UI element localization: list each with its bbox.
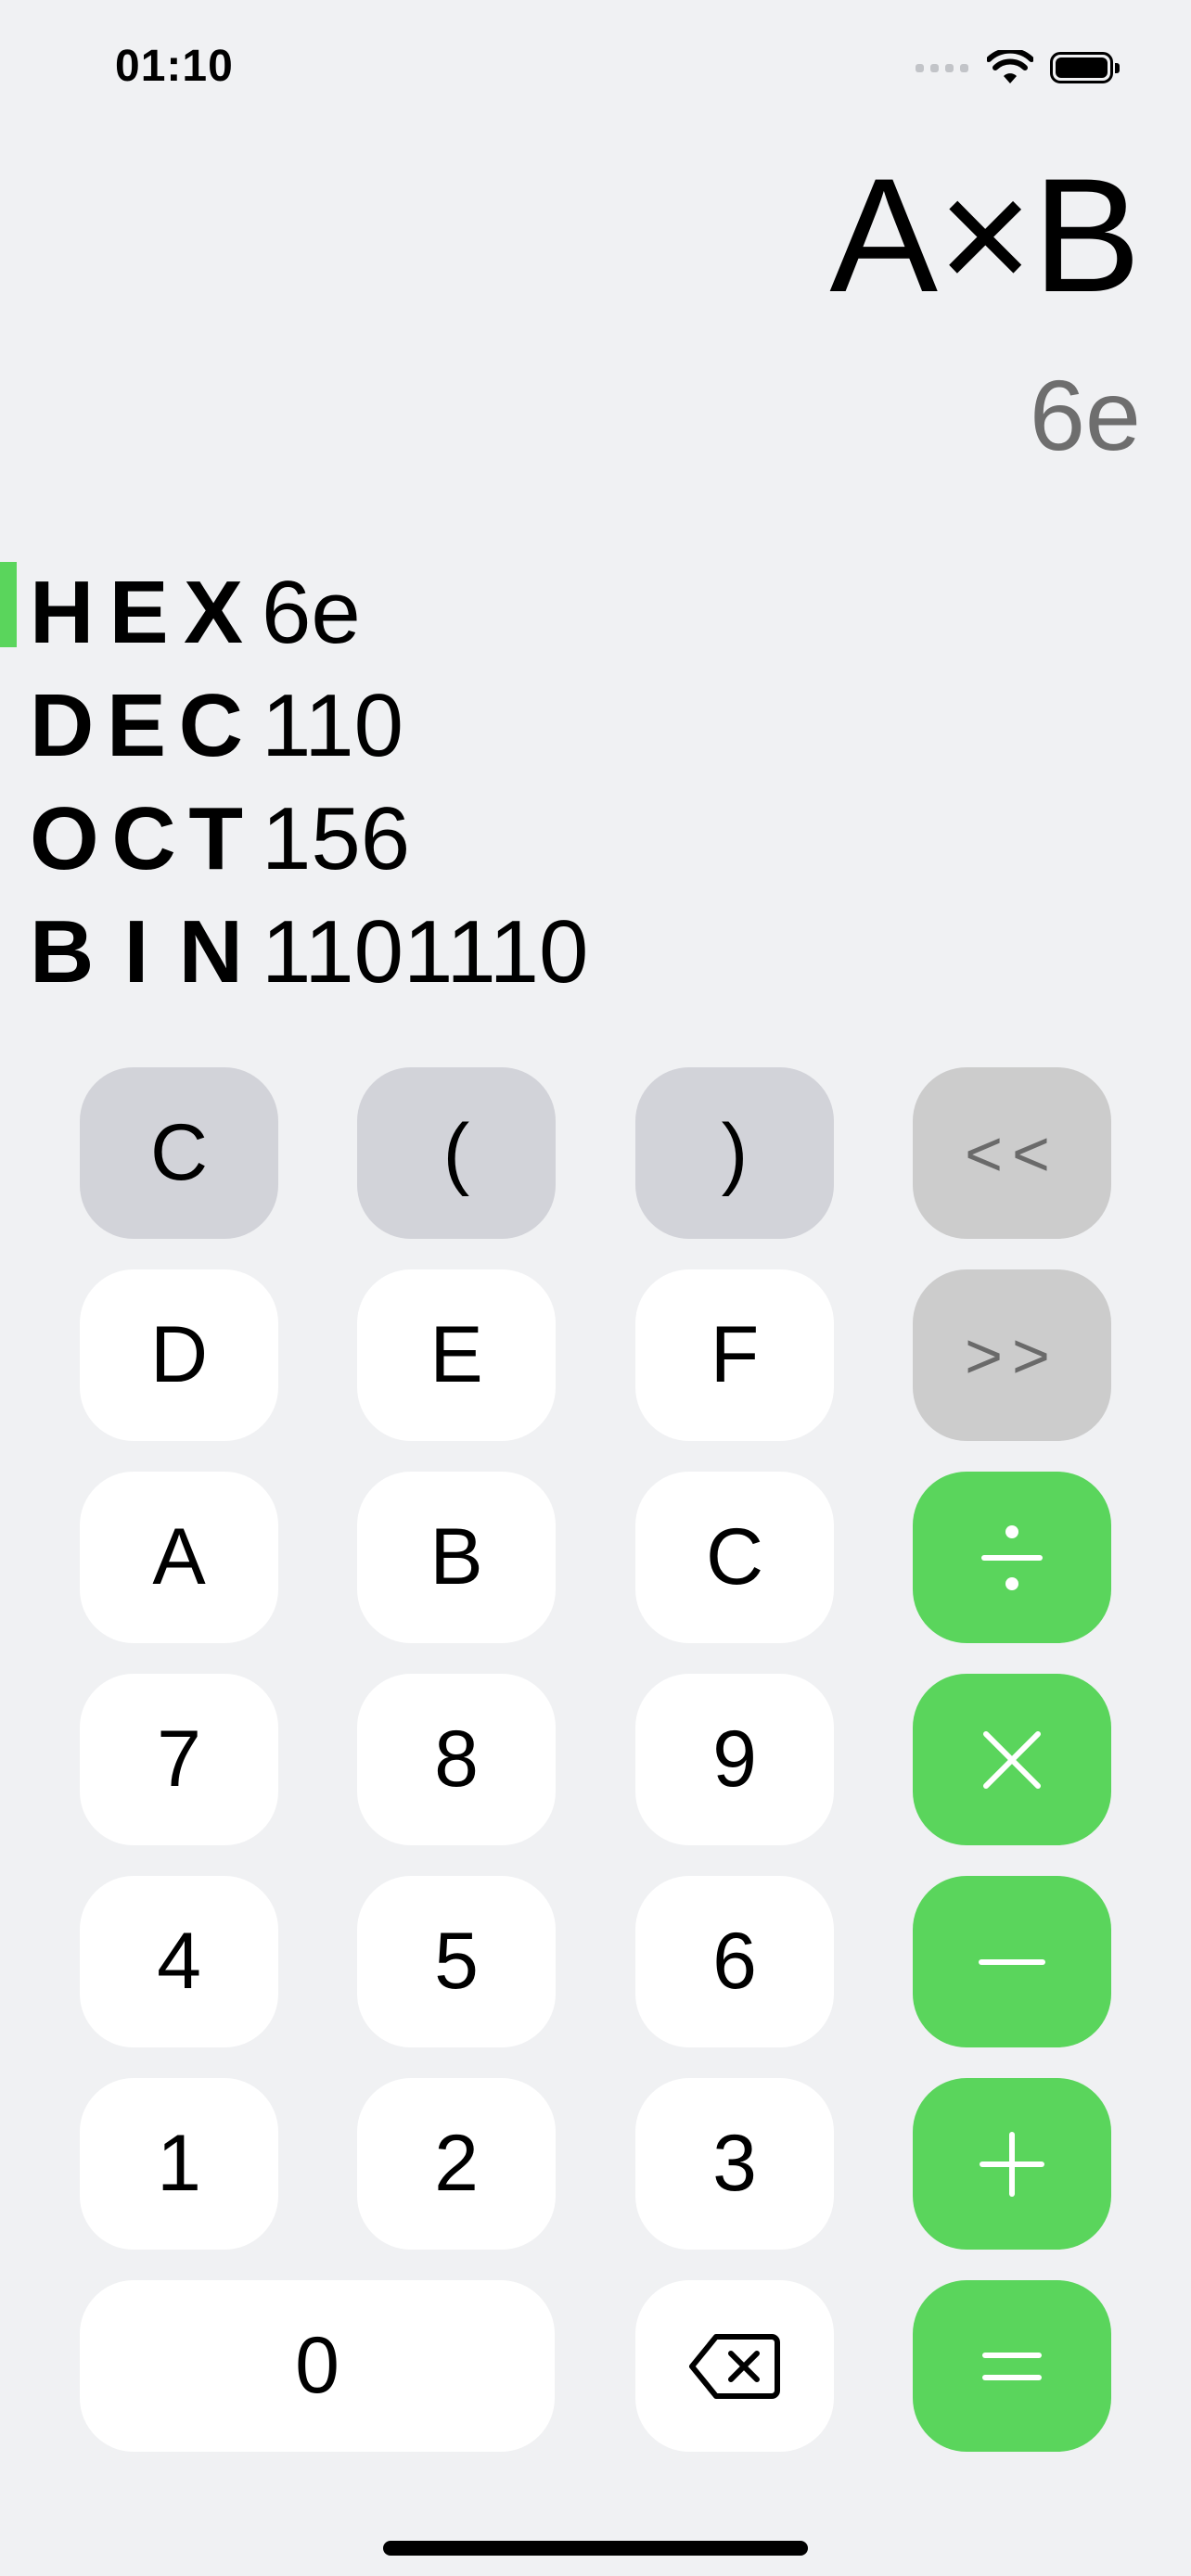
digit-d-button[interactable]: D — [80, 1269, 278, 1441]
digit-a-button[interactable]: A — [80, 1472, 278, 1643]
base-value: 1101110 — [262, 902, 589, 1001]
digit-b-button[interactable]: B — [357, 1472, 556, 1643]
expression-display: A×B — [829, 146, 1141, 326]
backspace-icon — [689, 2333, 780, 2399]
digit-c-button[interactable]: C — [635, 1472, 834, 1643]
digit-3-button[interactable]: 3 — [635, 2078, 834, 2250]
multiply-icon — [983, 1730, 1041, 1789]
base-row-oct[interactable]: OCT 156 — [0, 783, 742, 896]
base-label: OCT — [30, 789, 243, 888]
digit-f-button[interactable]: F — [635, 1269, 834, 1441]
minus-icon — [979, 1958, 1045, 1965]
backspace-button[interactable] — [635, 2280, 834, 2452]
base-label: BIN — [30, 902, 243, 1001]
status-icons — [916, 45, 1120, 91]
signal-icon — [916, 63, 968, 72]
digit-8-button[interactable]: 8 — [357, 1674, 556, 1845]
base-label: HEX — [30, 563, 243, 662]
plus-button[interactable] — [913, 2078, 1111, 2250]
shift-left-button[interactable]: << — [913, 1067, 1111, 1239]
digit-2-button[interactable]: 2 — [357, 2078, 556, 2250]
equals-button[interactable] — [913, 2280, 1111, 2452]
open-paren-button[interactable]: ( — [357, 1067, 556, 1239]
base-row-dec[interactable]: DEC 110 — [0, 670, 742, 783]
result-display: 6e — [1029, 359, 1141, 471]
status-time: 01:10 — [115, 42, 234, 91]
divide-button[interactable] — [913, 1472, 1111, 1643]
home-indicator[interactable] — [383, 2541, 808, 2556]
base-row-bin[interactable]: BIN 1101110 — [0, 896, 742, 1009]
digit-9-button[interactable]: 9 — [635, 1674, 834, 1845]
shift-right-button[interactable]: >> — [913, 1269, 1111, 1441]
equals-icon — [982, 2352, 1042, 2380]
minus-button[interactable] — [913, 1876, 1111, 2047]
digit-0-button[interactable]: 0 — [80, 2280, 555, 2452]
digit-7-button[interactable]: 7 — [80, 1674, 278, 1845]
plus-icon — [980, 2131, 1044, 2197]
base-label: DEC — [30, 676, 243, 775]
digit-6-button[interactable]: 6 — [635, 1876, 834, 2047]
base-row-hex[interactable]: HEX 6e — [0, 556, 742, 670]
battery-icon — [1050, 52, 1120, 83]
wifi-icon — [987, 50, 1033, 83]
digit-4-button[interactable]: 4 — [80, 1876, 278, 2047]
multiply-button[interactable] — [913, 1674, 1111, 1845]
base-value: 156 — [262, 789, 411, 888]
close-paren-button[interactable]: ) — [635, 1067, 834, 1239]
digit-5-button[interactable]: 5 — [357, 1876, 556, 2047]
clear-button[interactable]: C — [80, 1067, 278, 1239]
base-list: HEX 6e DEC 110 OCT 156 BIN 1101110 — [0, 556, 742, 1009]
base-value: 6e — [262, 563, 361, 662]
base-value: 110 — [262, 676, 404, 775]
digit-1-button[interactable]: 1 — [80, 2078, 278, 2250]
digit-e-button[interactable]: E — [357, 1269, 556, 1441]
divide-icon — [981, 1524, 1043, 1590]
